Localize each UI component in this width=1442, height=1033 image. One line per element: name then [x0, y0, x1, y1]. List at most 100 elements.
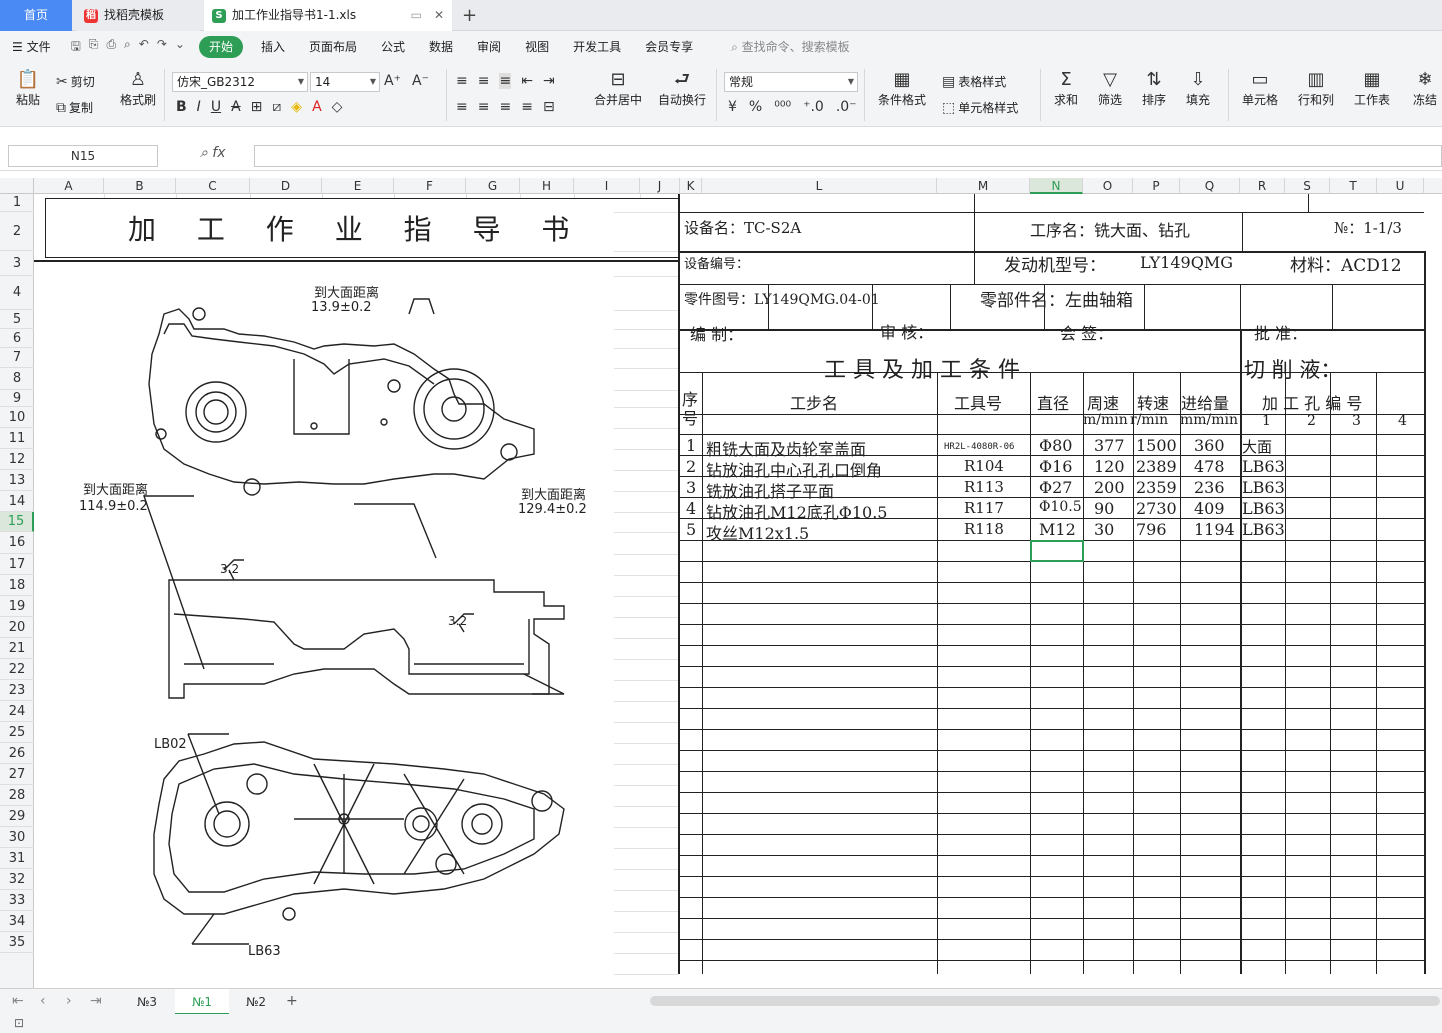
add-sheet-icon[interactable]: + — [286, 993, 298, 1009]
currency-icon[interactable]: ¥ — [728, 99, 737, 115]
row-header-7[interactable]: 7 — [0, 348, 34, 368]
indent-icon[interactable]: ⇤ — [521, 73, 533, 89]
print-icon[interactable]: ⎙ — [106, 37, 116, 58]
align-bottom-icon[interactable]: ≡ — [499, 73, 512, 89]
font-name-select[interactable]: 仿宋_GB2312 ▼ — [172, 72, 308, 92]
cond-format-button[interactable]: ▦ 条件格式 — [872, 69, 932, 108]
wrap-button[interactable]: ⮐ 自动换行 — [656, 69, 708, 108]
underline-icon[interactable]: U — [211, 99, 221, 115]
horizontal-scrollbar[interactable] — [650, 996, 1440, 1006]
table-style-button[interactable]: ▤ 表格样式 — [942, 73, 1006, 90]
font-color-icon[interactable]: A — [312, 99, 322, 115]
close-icon[interactable]: ✕ — [434, 0, 444, 31]
merge-button[interactable]: ⊟ 合并居中 — [588, 69, 648, 108]
formula-input[interactable] — [254, 145, 1442, 167]
prev-sheet-icon[interactable]: ‹ — [40, 993, 46, 1009]
bold-icon[interactable]: B — [176, 99, 187, 115]
column-header-m[interactable]: M — [937, 178, 1030, 194]
column-header-b[interactable]: B — [104, 178, 176, 194]
align-middle-icon[interactable]: ≡ — [478, 73, 490, 89]
row-header-3[interactable]: 3 — [0, 251, 34, 276]
decrease-decimal-icon[interactable]: .0⁻ — [836, 99, 857, 115]
fill-color-icon[interactable]: ◈ — [291, 99, 302, 115]
column-header-f[interactable]: F — [394, 178, 466, 194]
format-painter-button[interactable]: ♙ 格式刷 — [118, 69, 158, 108]
column-header-n[interactable]: N — [1030, 178, 1083, 194]
column-header-l[interactable]: L — [702, 178, 937, 194]
column-header-o[interactable]: O — [1083, 178, 1133, 194]
column-header-s[interactable]: S — [1285, 178, 1330, 194]
row-header-17[interactable]: 17 — [0, 554, 34, 575]
row-header-13[interactable]: 13 — [0, 470, 34, 491]
outdent-icon[interactable]: ⇥ — [543, 73, 555, 89]
row-header-14[interactable]: 14 — [0, 491, 34, 512]
row-header-35[interactable]: 35 — [0, 932, 34, 953]
save-icon[interactable]: 🖫 — [71, 37, 81, 58]
row-header-16[interactable]: 16 — [0, 532, 34, 554]
row-header-10[interactable]: 10 — [0, 407, 34, 428]
row-header-18[interactable]: 18 — [0, 575, 34, 596]
number-format-select[interactable]: 常规 ▼ — [724, 72, 858, 92]
row-header-11[interactable]: 11 — [0, 428, 34, 449]
row-header-30[interactable]: 30 — [0, 827, 34, 848]
menu-start[interactable]: 开始 — [198, 36, 243, 58]
last-sheet-icon[interactable]: ⇥ — [90, 993, 102, 1009]
rowcol-button[interactable]: ▥ 行和列 — [1292, 69, 1340, 108]
column-header-j[interactable]: J — [640, 178, 680, 194]
row-header-23[interactable]: 23 — [0, 680, 34, 701]
chevron-down-icon[interactable]: ⌄ — [175, 37, 185, 58]
row-header-21[interactable]: 21 — [0, 638, 34, 659]
column-header-k[interactable]: K — [680, 178, 702, 194]
sheet-tab-2[interactable]: №2 — [229, 989, 283, 1015]
font-shrink-button[interactable]: A⁻ — [412, 73, 429, 89]
column-header-q[interactable]: Q — [1180, 178, 1240, 194]
macro-icon[interactable]: ⊡ — [14, 1016, 24, 1030]
justify-icon[interactable]: ≡ — [521, 99, 533, 115]
column-header-r[interactable]: R — [1240, 178, 1285, 194]
row-header-26[interactable]: 26 — [0, 743, 34, 764]
freeze-button[interactable]: ❄ 冻结 — [1408, 69, 1442, 108]
column-header-g[interactable]: G — [466, 178, 520, 194]
menu-member[interactable]: 会员专享 — [633, 31, 705, 63]
distribute-icon[interactable]: ⊟ — [543, 99, 555, 115]
row-header-27[interactable]: 27 — [0, 764, 34, 785]
menu-data[interactable]: 数据 — [417, 31, 465, 63]
italic-icon[interactable]: I — [197, 99, 201, 115]
first-sheet-icon[interactable]: ⇤ — [12, 993, 24, 1009]
redo-icon[interactable]: ↷ — [157, 37, 167, 58]
column-header-u[interactable]: U — [1377, 178, 1424, 194]
row-header-32[interactable]: 32 — [0, 869, 34, 890]
font-size-select[interactable]: 14 ▼ — [310, 72, 380, 92]
menu-developer[interactable]: 开发工具 — [561, 31, 633, 63]
align-right-icon[interactable]: ≡ — [499, 99, 511, 115]
row-header-12[interactable]: 12 — [0, 449, 34, 470]
fx-icon[interactable]: ⌕ fx — [200, 145, 226, 161]
format-icon[interactable]: ⧄ — [272, 99, 281, 115]
percent-icon[interactable]: % — [749, 99, 762, 115]
filter-button[interactable]: ▽ 筛选 — [1092, 69, 1128, 108]
column-header-h[interactable]: H — [520, 178, 574, 194]
copy-button[interactable]: ⧉ 复制 — [56, 99, 93, 116]
border-icon[interactable]: ⊞ — [251, 99, 263, 115]
column-header-p[interactable]: P — [1133, 178, 1180, 194]
sort-button[interactable]: ⇅ 排序 — [1136, 69, 1172, 108]
menu-view[interactable]: 视图 — [513, 31, 561, 63]
sheet-tab-1[interactable]: №1 — [175, 989, 229, 1015]
row-header-8[interactable]: 8 — [0, 368, 34, 390]
selected-cell[interactable] — [1030, 540, 1084, 562]
export-icon[interactable]: ⎘ — [89, 37, 99, 58]
thousands-icon[interactable]: ⁰⁰⁰ — [774, 99, 791, 115]
fill-button[interactable]: ⇩ 填充 — [1180, 69, 1216, 108]
row-header-6[interactable]: 6 — [0, 329, 34, 348]
paste-button[interactable]: 📋 粘贴 — [10, 69, 46, 108]
row-header-31[interactable]: 31 — [0, 848, 34, 869]
menu-formula[interactable]: 公式 — [369, 31, 417, 63]
tab-file[interactable]: S 加工作业指导书1-1.xls ▭ ✕ — [204, 0, 452, 31]
name-box[interactable]: N15 — [8, 145, 158, 167]
cell-style-button[interactable]: ⬚ 单元格样式 — [942, 99, 1018, 116]
file-menu[interactable]: ☰ 文件 — [0, 31, 63, 63]
row-header-20[interactable]: 20 — [0, 617, 34, 638]
select-all-corner[interactable] — [0, 178, 34, 194]
sheet-tab-3[interactable]: №3 — [120, 989, 174, 1015]
next-sheet-icon[interactable]: › — [66, 993, 72, 1009]
